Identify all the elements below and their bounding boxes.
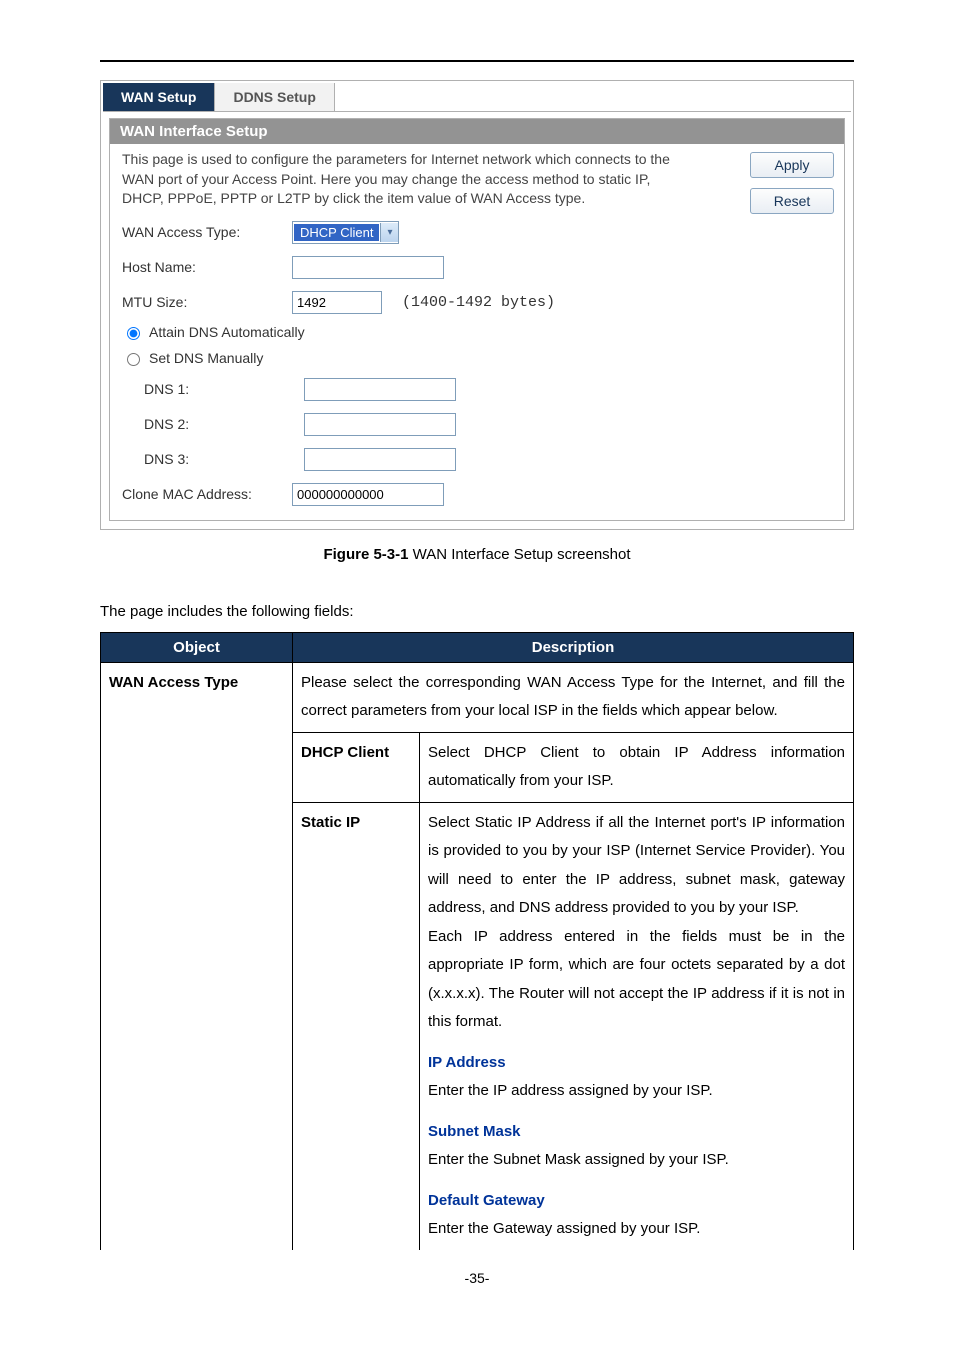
description-table: Object Description WAN Access Type Pleas… <box>100 632 854 1250</box>
page-number: -35- <box>100 1270 854 1286</box>
reset-button[interactable]: Reset <box>750 188 834 214</box>
panel-title: WAN Interface Setup <box>110 119 844 144</box>
heading-subnet-mask: Subnet Mask <box>428 1118 845 1147</box>
label-host-name: Host Name: <box>122 259 292 275</box>
tab-ddns-setup[interactable]: DDNS Setup <box>215 83 334 111</box>
static-main-text: Select Static IP Address if all the Inte… <box>428 809 845 1037</box>
label-wan-access-type: WAN Access Type: <box>122 224 292 240</box>
label-dns-auto: Attain DNS Automatically <box>149 324 305 340</box>
figure-caption: Figure 5-3-1 WAN Interface Setup screens… <box>100 546 854 563</box>
label-dns2: DNS 2: <box>144 416 304 432</box>
label-dns1: DNS 1: <box>144 381 304 397</box>
screenshot-frame: WAN Setup DDNS Setup WAN Interface Setup… <box>100 80 854 530</box>
apply-button[interactable]: Apply <box>750 152 834 178</box>
cell-object-empty-1 <box>101 732 293 802</box>
label-mtu-size: MTU Size: <box>122 294 292 310</box>
heading-ip-address: IP Address <box>428 1049 845 1078</box>
input-mtu-size[interactable] <box>292 291 382 314</box>
select-value: DHCP Client <box>294 224 379 241</box>
input-dns3[interactable] <box>304 448 456 471</box>
text-ip-address: Enter the IP address assigned by your IS… <box>428 1077 845 1106</box>
text-default-gateway: Enter the Gateway assigned by your ISP. <box>428 1215 845 1244</box>
intro-line: The page includes the following fields: <box>100 603 854 620</box>
input-dns1[interactable] <box>304 378 456 401</box>
top-rule <box>100 60 854 62</box>
radio-dns-auto[interactable] <box>127 327 140 340</box>
cell-desc-dhcp: Select DHCP Client to obtain IP Address … <box>420 732 854 802</box>
input-clone-mac[interactable] <box>292 483 444 506</box>
cell-desc-static: Select Static IP Address if all the Inte… <box>420 802 854 1250</box>
tab-row: WAN Setup DDNS Setup <box>103 83 851 112</box>
chevron-down-icon: ▾ <box>380 223 398 242</box>
label-dns3: DNS 3: <box>144 451 304 467</box>
figure-number: Figure 5-3-1 <box>323 546 408 563</box>
hint-mtu: (1400-1492 bytes) <box>402 294 555 311</box>
cell-object-wan-access-type: WAN Access Type <box>101 662 293 732</box>
cell-subtype-static: Static IP <box>293 802 420 1250</box>
cell-object-empty-2 <box>101 802 293 1250</box>
select-wan-access-type[interactable]: DHCP Client ▾ <box>292 221 399 244</box>
panel-description: This page is used to configure the param… <box>122 150 682 209</box>
tab-wan-setup[interactable]: WAN Setup <box>103 83 215 111</box>
input-host-name[interactable] <box>292 256 444 279</box>
input-dns2[interactable] <box>304 413 456 436</box>
cell-desc-wan-access-type: Please select the corresponding WAN Acce… <box>293 662 854 732</box>
label-dns-manual: Set DNS Manually <box>149 350 263 366</box>
th-object: Object <box>101 632 293 662</box>
th-description: Description <box>293 632 854 662</box>
heading-default-gateway: Default Gateway <box>428 1187 845 1216</box>
cell-subtype-dhcp: DHCP Client <box>293 732 420 802</box>
label-clone-mac: Clone MAC Address: <box>122 486 292 502</box>
wan-interface-panel: WAN Interface Setup Apply Reset This pag… <box>109 118 845 521</box>
figure-text: WAN Interface Setup screenshot <box>408 546 630 563</box>
radio-dns-manual[interactable] <box>127 353 140 366</box>
text-subnet-mask: Enter the Subnet Mask assigned by your I… <box>428 1146 845 1175</box>
